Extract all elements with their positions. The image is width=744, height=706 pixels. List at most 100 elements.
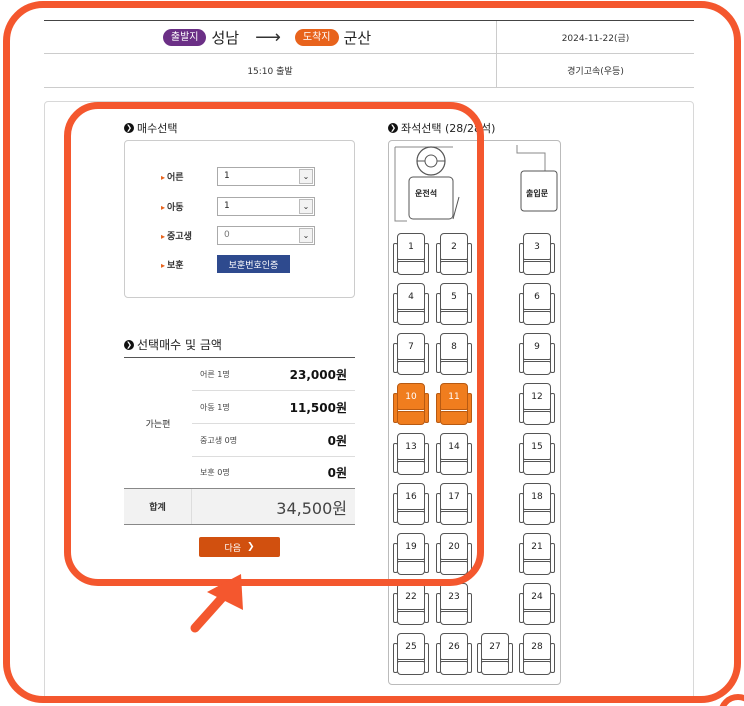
student-count-select[interactable]: 0 ⌄	[217, 225, 315, 245]
seat-27[interactable]: 27	[477, 633, 513, 679]
seat-number: 17	[440, 483, 468, 510]
arrival-badge: 도착지	[294, 28, 339, 46]
seat-number: 10	[397, 383, 425, 410]
departure-badge: 출발지	[162, 28, 207, 46]
seat-cushion	[523, 261, 551, 275]
table-row: 보훈 0명 0원	[200, 466, 347, 480]
seat-number: 14	[440, 433, 468, 460]
arrival-city: 군산	[343, 28, 372, 47]
seat-cushion	[523, 511, 551, 525]
seat-number: 2	[440, 233, 468, 260]
door-icon	[516, 145, 558, 212]
chevron-down-icon: ⌄	[299, 168, 313, 184]
seat-select-title: ❯ 좌석선택 (28/28석)	[388, 120, 495, 136]
seat-23[interactable]: 23	[436, 583, 472, 629]
seat-cushion	[440, 311, 468, 325]
count-label: 어른	[161, 170, 184, 183]
total-label: 합계	[124, 489, 192, 524]
seat-15[interactable]: 15	[519, 433, 555, 479]
seat-19[interactable]: 19	[393, 533, 429, 579]
seat-cushion	[397, 361, 425, 375]
seat-12[interactable]: 12	[519, 383, 555, 429]
seat-cushion	[440, 461, 468, 475]
seat-21[interactable]: 21	[519, 533, 555, 579]
seat-number: 23	[440, 583, 468, 610]
total-amount: 34,500원	[192, 489, 355, 524]
seat-14[interactable]: 14	[436, 433, 472, 479]
seat-cushion	[523, 311, 551, 325]
seat-cushion	[397, 561, 425, 575]
next-button[interactable]: 다음 ❯	[199, 537, 280, 557]
total-row: 합계 34,500원	[124, 488, 355, 525]
bullet-icon: ❯	[388, 123, 398, 133]
seat-number: 1	[397, 233, 425, 260]
price-summary-title: ❯ 선택매수 및 금액	[124, 336, 222, 353]
seat-17[interactable]: 17	[436, 483, 472, 529]
seat-25[interactable]: 25	[393, 633, 429, 679]
seat-cushion	[440, 561, 468, 575]
count-row-adult: 어른 1 ⌄	[125, 166, 356, 186]
seat-16[interactable]: 16	[393, 483, 429, 529]
seat-cushion	[397, 311, 425, 325]
seat-cushion	[523, 611, 551, 625]
seat-20[interactable]: 20	[436, 533, 472, 579]
seat-5[interactable]: 5	[436, 283, 472, 329]
bus-company: 경기고속(우등)	[567, 67, 624, 77]
seat-number: 3	[523, 233, 551, 260]
seat-10[interactable]: 10	[393, 383, 429, 429]
seat-cushion	[523, 561, 551, 575]
seat-4[interactable]: 4	[393, 283, 429, 329]
seat-1[interactable]: 1	[393, 233, 429, 279]
route-row: 15:10 출발 경기고속(우등)	[44, 54, 694, 88]
seat-13[interactable]: 13	[393, 433, 429, 479]
count-select-title: ❯ 매수선택	[124, 120, 177, 136]
seat-number: 26	[440, 633, 468, 660]
seat-number: 25	[397, 633, 425, 660]
seat-cushion	[440, 361, 468, 375]
seat-7[interactable]: 7	[393, 333, 429, 379]
table-row: 중고생 0명 0원	[192, 424, 355, 457]
child-count-select[interactable]: 1 ⌄	[217, 196, 315, 216]
seat-number: 28	[523, 633, 551, 660]
seat-11[interactable]: 11	[436, 383, 472, 429]
seat-6[interactable]: 6	[519, 283, 555, 329]
seat-26[interactable]: 26	[436, 633, 472, 679]
route-cities: 출발지 성남 ⟶ 도착지 군산	[44, 21, 497, 53]
seat-cushion	[481, 661, 509, 675]
seat-cushion	[523, 361, 551, 375]
seat-cushion	[523, 661, 551, 675]
seat-cushion	[397, 411, 425, 425]
seat-cushion	[397, 261, 425, 275]
annotation-corner-mark	[718, 694, 744, 706]
count-label: 보훈	[161, 258, 184, 271]
veteran-verify-button[interactable]: 보훈번호인증	[217, 255, 290, 273]
seat-number: 7	[397, 333, 425, 360]
seat-2[interactable]: 2	[436, 233, 472, 279]
price-table: 가는편 어른 1명 23,000원 아동 1명 11,500원 중고생 0명 0…	[124, 357, 355, 525]
adult-count-select[interactable]: 1 ⌄	[217, 166, 315, 186]
seat-28[interactable]: 28	[519, 633, 555, 679]
seat-18[interactable]: 18	[519, 483, 555, 529]
seat-number: 16	[397, 483, 425, 510]
route-arrow-icon: ⟶	[255, 26, 281, 48]
route-row: 출발지 성남 ⟶ 도착지 군산 2024-11-22(금)	[44, 21, 694, 54]
seat-3[interactable]: 3	[519, 233, 555, 279]
direction-label: 가는편	[145, 419, 171, 430]
seat-8[interactable]: 8	[436, 333, 472, 379]
seat-cushion	[440, 261, 468, 275]
seat-number: 20	[440, 533, 468, 560]
seat-number: 19	[397, 533, 425, 560]
count-row-student: 중고생 0 ⌄	[125, 225, 356, 245]
seat-number: 22	[397, 583, 425, 610]
count-row-veteran: 보훈 보훈번호인증	[125, 254, 356, 274]
seat-cushion	[397, 461, 425, 475]
seat-number: 15	[523, 433, 551, 460]
seat-number: 13	[397, 433, 425, 460]
travel-date: 2024-11-22(금)	[561, 33, 630, 44]
seat-number: 12	[523, 383, 551, 410]
seat-22[interactable]: 22	[393, 583, 429, 629]
seat-24[interactable]: 24	[519, 583, 555, 629]
seat-number: 21	[523, 533, 551, 560]
count-label: 아동	[161, 200, 184, 213]
seat-9[interactable]: 9	[519, 333, 555, 379]
